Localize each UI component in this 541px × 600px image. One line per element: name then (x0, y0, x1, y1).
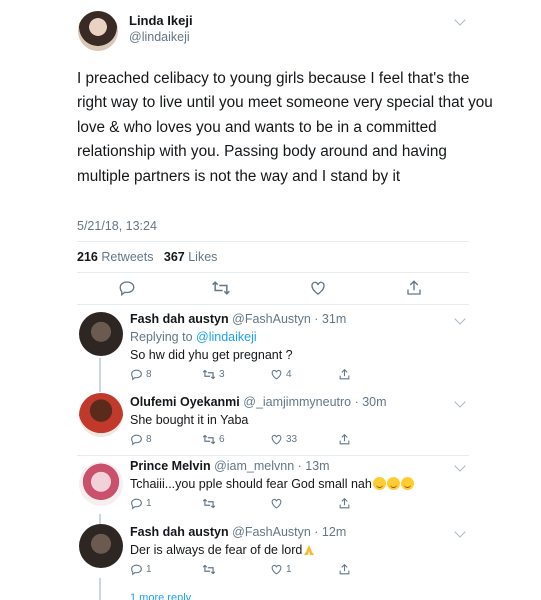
chevron-down-icon[interactable] (454, 526, 466, 538)
like-button[interactable]: 33 (270, 433, 297, 446)
author-name[interactable]: Fash dah austyn (130, 525, 229, 539)
reply-text: So hw did yhu get pregnant ? (130, 348, 293, 362)
retweet-icon (212, 281, 230, 295)
avatar[interactable] (79, 524, 123, 568)
like-button[interactable]: 4 (270, 368, 292, 381)
reply-count: 1 (146, 498, 152, 509)
author-name[interactable]: Fash dah austyn (130, 312, 229, 326)
share-icon (339, 497, 350, 509)
retweets-label[interactable]: Retweets (101, 250, 153, 264)
likes-count[interactable]: 367 (164, 250, 185, 264)
divider (77, 272, 469, 273)
avatar[interactable] (79, 393, 123, 437)
share-icon (339, 433, 350, 445)
divider (77, 455, 469, 456)
timestamp[interactable]: 5/21/18, 13:24 (77, 219, 157, 233)
author-meta: @_iamjimmyneutro · 30m (243, 395, 387, 409)
like-count: 1 (286, 564, 292, 575)
reply-action-bar: 8 6 33 (0, 433, 541, 453)
reply-text: She bought it in Yaba (130, 413, 249, 427)
like-icon (271, 564, 282, 575)
reply-count: 1 (146, 564, 152, 575)
reply-icon (131, 369, 142, 381)
like-button[interactable] (270, 497, 286, 510)
engagement-stats: 216 Retweets 367 Likes (77, 250, 217, 264)
avatar[interactable] (78, 11, 118, 51)
share-button[interactable] (405, 279, 423, 297)
author-name[interactable]: Olufemi Oyekanmi (130, 395, 240, 409)
retweets-count[interactable]: 216 (77, 250, 98, 264)
share-button[interactable] (338, 433, 351, 446)
reply-button[interactable] (118, 279, 136, 297)
face-with-tears-of-joy-emoji (386, 477, 400, 490)
like-icon (271, 369, 282, 380)
reply-icon (131, 434, 142, 446)
chevron-down-icon[interactable] (454, 14, 466, 26)
share-button[interactable] (338, 368, 351, 381)
face-with-tears-of-joy-emoji (372, 477, 386, 490)
retweet-button[interactable]: 6 (202, 433, 225, 446)
reply-icon (131, 498, 142, 510)
retweet-button[interactable] (202, 497, 219, 510)
like-button[interactable] (309, 279, 327, 297)
retweet-count: 3 (219, 369, 225, 380)
reply-button[interactable]: 8 (130, 433, 152, 446)
author-meta: @FashAustyn · 31m (232, 312, 347, 326)
author-handle[interactable]: @lindaikeji (129, 30, 190, 44)
more-replies-link[interactable]: 1 more reply (130, 592, 191, 600)
share-icon (339, 563, 350, 575)
retweet-button[interactable]: 3 (202, 368, 225, 381)
author-name[interactable]: Linda Ikeji (129, 13, 193, 28)
retweet-icon (202, 369, 216, 380)
reply-text: Der is always de fear of de lord (130, 543, 303, 557)
reply-button[interactable]: 1 (130, 563, 152, 576)
like-count: 4 (286, 369, 292, 380)
reply-action-bar: 1 (0, 497, 541, 517)
share-icon (339, 368, 350, 380)
reply-action-bar: 8 3 4 (0, 368, 541, 388)
author-meta: @FashAustyn · 12m (232, 525, 347, 539)
like-count: 33 (286, 434, 298, 445)
face-with-tears-of-joy-emoji (400, 477, 414, 490)
reply-count: 8 (146, 434, 152, 445)
divider (77, 241, 469, 242)
chevron-down-icon[interactable] (454, 396, 466, 408)
author-name[interactable]: Prince Melvin (130, 459, 211, 473)
like-icon (271, 498, 282, 509)
reply-action-bar: 1 1 (0, 563, 541, 583)
reply-button[interactable]: 8 (130, 368, 152, 381)
like-icon (311, 281, 325, 295)
likes-label[interactable]: Likes (188, 250, 217, 264)
folded-hands-emoji (304, 545, 315, 555)
share-button[interactable] (338, 563, 351, 576)
avatar[interactable] (79, 312, 123, 356)
main-action-bar (0, 279, 541, 299)
retweet-button[interactable] (202, 563, 219, 576)
like-icon (271, 434, 282, 445)
tweet-text: I preached celibacy to young girls becau… (77, 70, 493, 185)
retweet-icon (202, 564, 216, 575)
author-meta: @iam_melvnn · 13m (214, 459, 330, 473)
retweet-icon (202, 434, 216, 445)
reply-text: Tchaiii...you pple should fear God small… (130, 477, 372, 491)
reply-count: 8 (146, 369, 152, 380)
reply-icon (119, 281, 135, 297)
share-icon (407, 280, 421, 295)
like-button[interactable]: 1 (270, 563, 292, 576)
retweet-button[interactable] (211, 279, 231, 297)
reply-button[interactable]: 1 (130, 497, 152, 510)
replying-label: Replying to (130, 330, 193, 344)
mention-link[interactable]: @lindaikeji (196, 330, 257, 344)
share-button[interactable] (338, 497, 351, 510)
retweet-icon (202, 498, 216, 509)
retweet-count: 6 (219, 434, 225, 445)
reply-icon (131, 564, 142, 576)
divider (77, 304, 469, 305)
chevron-down-icon[interactable] (454, 460, 466, 472)
chevron-down-icon[interactable] (454, 313, 466, 325)
